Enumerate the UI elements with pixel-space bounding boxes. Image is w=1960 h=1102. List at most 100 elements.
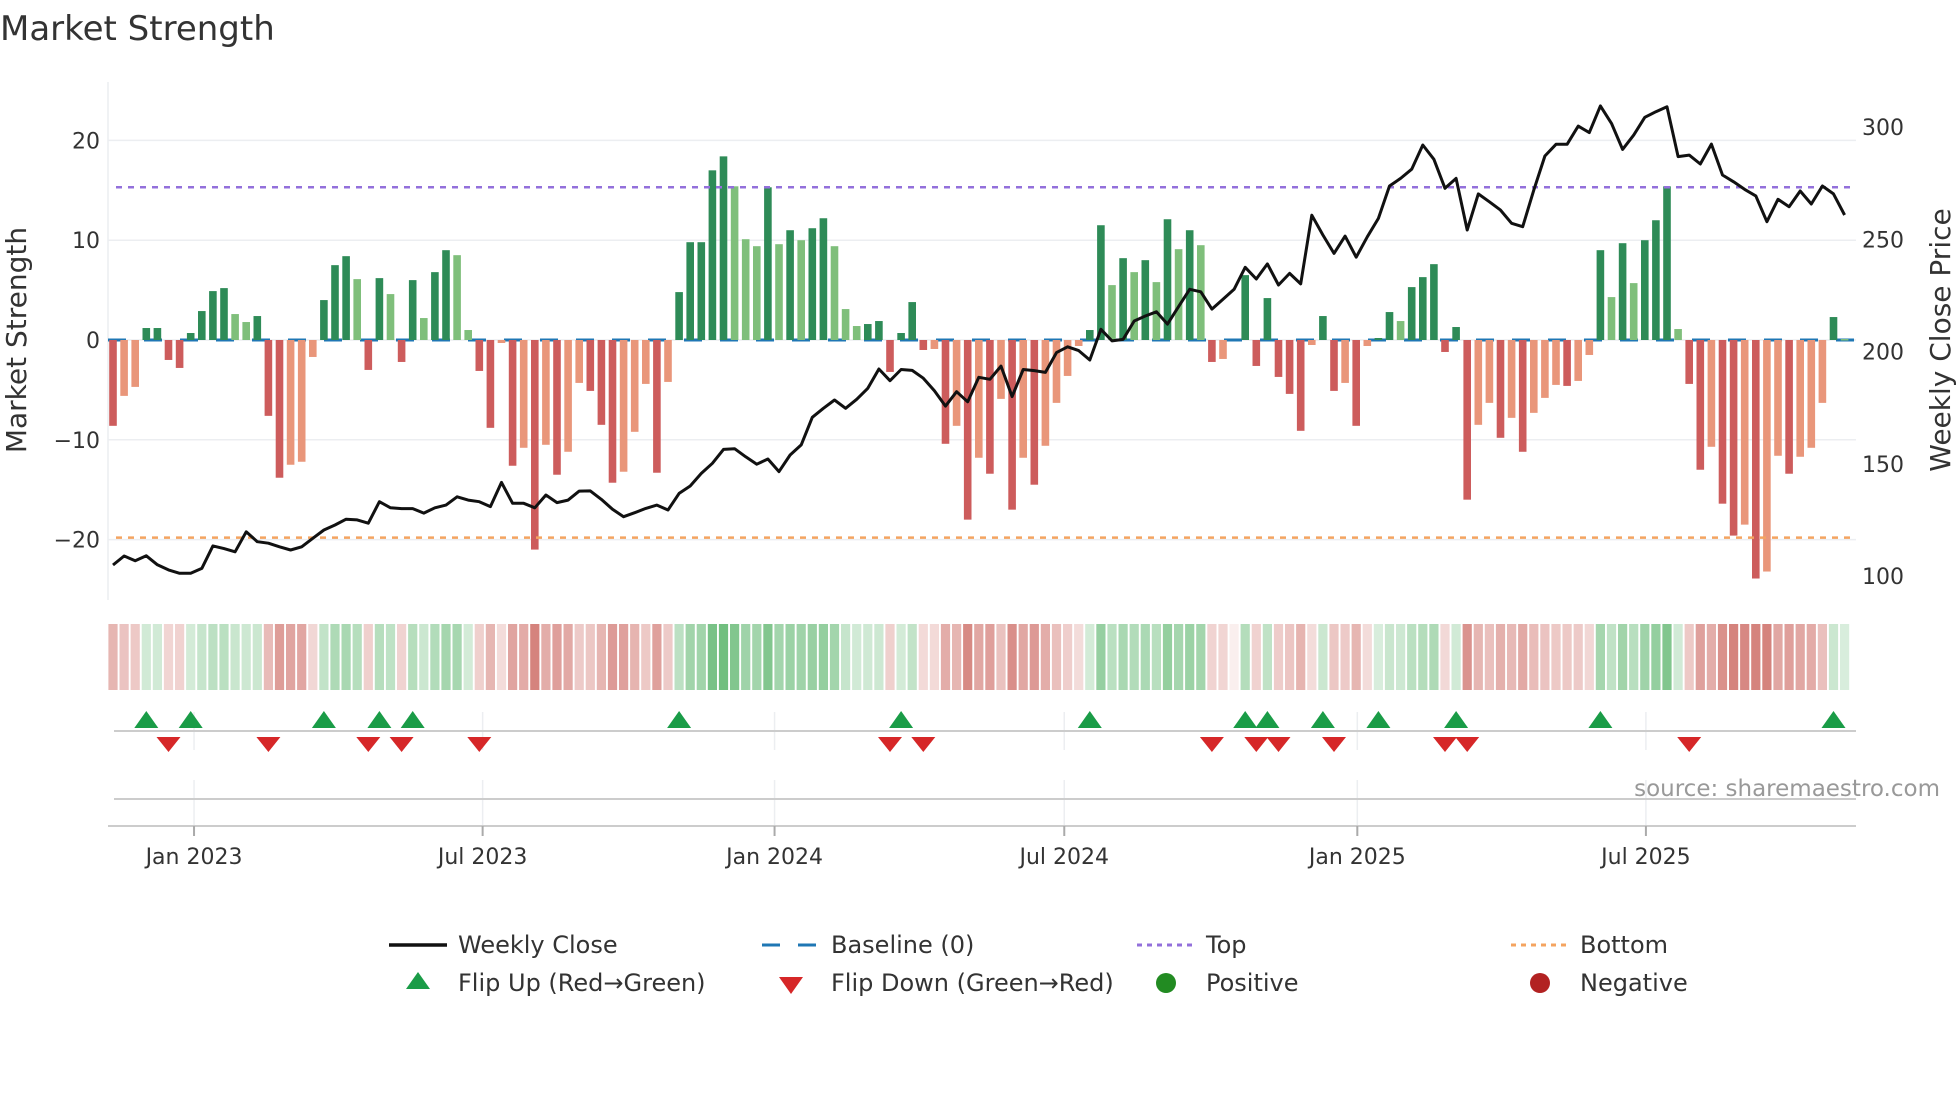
strength-bar bbox=[297, 340, 306, 462]
strength-bar bbox=[675, 292, 683, 340]
strip-cell bbox=[330, 624, 340, 690]
strength-bar bbox=[841, 309, 850, 340]
strength-bar bbox=[186, 333, 195, 340]
strength-bar bbox=[1263, 298, 1272, 340]
strip-cell bbox=[1140, 624, 1150, 690]
strip-cell bbox=[1540, 624, 1550, 690]
flip-up-marker bbox=[178, 711, 203, 728]
strength-bar bbox=[1008, 340, 1016, 510]
y2-tick-label: 200 bbox=[1862, 341, 1904, 366]
strength-bar bbox=[697, 242, 706, 340]
strip-cell bbox=[1251, 624, 1261, 690]
strip-cell bbox=[1373, 624, 1383, 690]
strength-bar bbox=[1729, 340, 1738, 536]
x-tick-label: Jul 2024 bbox=[1018, 845, 1110, 870]
strip-cell bbox=[1429, 624, 1439, 690]
strip-cell bbox=[297, 624, 307, 690]
strip-cell bbox=[1806, 624, 1816, 690]
strength-bar bbox=[1330, 340, 1338, 391]
strip-cell bbox=[763, 624, 773, 690]
flip-down-marker bbox=[389, 737, 414, 752]
strip-cell bbox=[929, 624, 939, 690]
strip-cell bbox=[1229, 624, 1239, 690]
strip-cell bbox=[1828, 624, 1839, 690]
strip-cell bbox=[619, 624, 629, 690]
strength-bar bbox=[231, 314, 239, 340]
strength-bar bbox=[930, 340, 939, 349]
strength-bar bbox=[564, 340, 572, 452]
strip-cell bbox=[1396, 624, 1406, 690]
strength-bar bbox=[619, 340, 628, 472]
strength-bar bbox=[1430, 264, 1438, 340]
strip-cell bbox=[852, 624, 862, 690]
circle-positive-icon bbox=[1156, 973, 1176, 993]
strength-bar bbox=[1674, 329, 1682, 340]
strip-cell bbox=[1595, 624, 1605, 690]
flip-up-marker bbox=[1821, 711, 1846, 728]
strength-bar bbox=[1308, 340, 1316, 345]
strength-bar bbox=[131, 340, 139, 387]
strip-cell bbox=[574, 624, 584, 690]
strength-bar bbox=[164, 340, 173, 360]
strength-bar bbox=[852, 326, 861, 340]
strip-cell bbox=[774, 624, 784, 690]
strength-bar bbox=[1396, 321, 1405, 340]
strength-bar bbox=[253, 316, 262, 340]
x-tick-label: Jan 2023 bbox=[144, 845, 243, 870]
strip-cell bbox=[1606, 624, 1617, 690]
strip-cell bbox=[363, 624, 373, 690]
strip-cell bbox=[219, 624, 229, 690]
strength-bar bbox=[1574, 340, 1582, 381]
strip-cell bbox=[519, 624, 529, 690]
strength-bar bbox=[686, 242, 694, 340]
strip-cell bbox=[496, 624, 507, 690]
strip-cell bbox=[1562, 624, 1572, 690]
strip-cell bbox=[230, 624, 240, 690]
y2-tick-label: 100 bbox=[1862, 565, 1904, 590]
y2-tick-label: 300 bbox=[1862, 116, 1904, 141]
strength-bar bbox=[1807, 340, 1816, 448]
strip-cell bbox=[1773, 624, 1783, 690]
strip-cell bbox=[585, 624, 595, 690]
strength-bar bbox=[1641, 240, 1649, 340]
strip-cell bbox=[1051, 624, 1062, 690]
strength-bar bbox=[1607, 297, 1616, 340]
flip-up-marker bbox=[1233, 711, 1258, 728]
strip-cell bbox=[596, 624, 606, 690]
strength-bar bbox=[1208, 340, 1216, 362]
strength-bar bbox=[1563, 340, 1571, 386]
legend-label: Top bbox=[1205, 931, 1247, 959]
strip-cell bbox=[530, 624, 540, 690]
strength-bar bbox=[1185, 230, 1194, 340]
x-tick-label: Jul 2023 bbox=[436, 845, 528, 870]
strip-cell bbox=[1551, 624, 1561, 690]
strip-cell bbox=[785, 624, 795, 690]
market-strength-chart: Market Strength −20 −10 0 10 20 100 150 200 250 3… bbox=[0, 9, 1957, 997]
strip-cell bbox=[152, 624, 162, 690]
strip-cell bbox=[1407, 624, 1417, 690]
axes: −20 −10 0 10 20 100 150 200 250 300 Jan 2023 Jul 20… bbox=[54, 116, 1904, 870]
y-tick-label: 0 bbox=[86, 329, 100, 354]
strip-cell bbox=[1384, 624, 1395, 690]
strip-cell bbox=[1085, 624, 1095, 690]
chart-title: Market Strength bbox=[0, 9, 275, 49]
strip-cell bbox=[1629, 624, 1639, 690]
flip-up-marker bbox=[1588, 711, 1613, 728]
strength-bar bbox=[1130, 272, 1138, 340]
strip-cell bbox=[263, 624, 273, 690]
strip-cell bbox=[1296, 624, 1306, 690]
strip-cell bbox=[1518, 624, 1528, 690]
flip-down-marker bbox=[1455, 737, 1480, 752]
strength-bar bbox=[653, 340, 661, 473]
strength-bar bbox=[497, 340, 506, 343]
strip-cell bbox=[1673, 624, 1683, 690]
strength-bar bbox=[1030, 340, 1039, 485]
strip-cell bbox=[1440, 624, 1450, 690]
strip-cell bbox=[874, 624, 884, 690]
y-axis-label: Market Strength bbox=[0, 227, 33, 453]
strength-bar bbox=[264, 340, 273, 416]
strength-bar bbox=[242, 322, 250, 340]
strip-cell bbox=[485, 624, 495, 690]
strength-bar bbox=[286, 340, 295, 465]
strip-cell bbox=[841, 624, 851, 690]
